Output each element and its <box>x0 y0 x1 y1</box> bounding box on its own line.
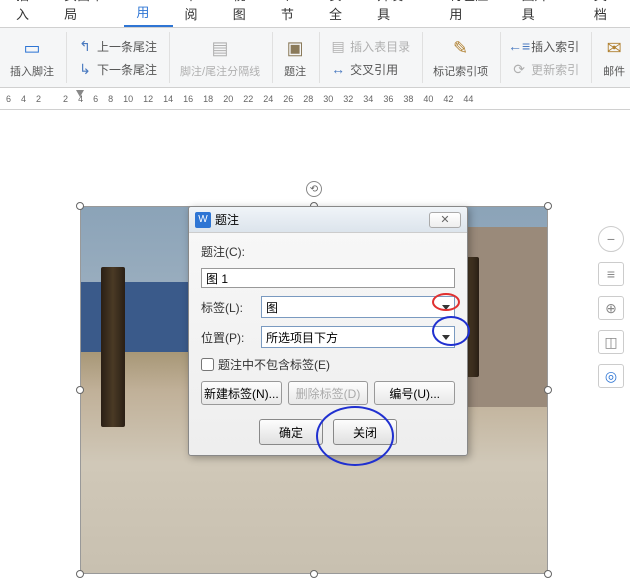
caption-field-label: 题注(C): <box>201 243 255 260</box>
caption-icon: ▣ <box>283 37 307 61</box>
fig-table-icon: ▤ <box>330 38 346 54</box>
next-icon: ↳ <box>77 61 93 77</box>
caption-input[interactable] <box>201 268 455 288</box>
tab-dev-tools[interactable]: 开发工具 <box>365 0 437 27</box>
insert-footnote-button[interactable]: ▭ 插入脚注 <box>6 35 58 81</box>
resize-handle-bm[interactable] <box>310 570 318 578</box>
new-label-button[interactable]: 新建标签(N)... <box>201 381 282 405</box>
caption-dialog: W 题注 ✕ 题注(C): 标签(L): 图 <box>188 206 468 456</box>
tab-special[interactable]: 特色应用 <box>437 0 509 27</box>
footnote-icon: ▭ <box>20 37 44 61</box>
tab-security[interactable]: 安全 <box>317 0 365 27</box>
tab-section[interactable]: 章节 <box>269 0 317 27</box>
insert-idx-icon: ←≡ <box>511 38 527 54</box>
cancel-button[interactable]: 关闭 <box>333 419 397 445</box>
prev-endnote-label: 上一条尾注 <box>97 38 157 55</box>
caption-label: 题注 <box>284 63 306 79</box>
resize-handle-bl[interactable] <box>76 570 84 578</box>
insert-fig-table-button: ▤ 插入表目录 <box>326 36 414 57</box>
cross-ref-icon: ↔ <box>330 61 346 77</box>
position-select[interactable]: 所选项目下方 <box>261 326 455 348</box>
tab-references[interactable]: 引用 <box>124 0 172 27</box>
resize-handle-tr[interactable] <box>544 202 552 210</box>
resize-handle-ml[interactable] <box>76 386 84 394</box>
next-endnote-label: 下一条尾注 <box>97 61 157 78</box>
rotate-icon[interactable]: ◎ <box>598 364 624 388</box>
position-field-label: 位置(P): <box>201 329 255 346</box>
label-select[interactable]: 图 <box>261 296 455 318</box>
exclude-label-text: 题注中不包含标签(E) <box>218 356 330 373</box>
mark-idx-button[interactable]: ✎ 标记索引项 <box>429 35 492 81</box>
insert-idx-button[interactable]: ←≡ 插入索引 <box>507 36 583 57</box>
insert-footnote-label: 插入脚注 <box>10 63 54 79</box>
dialog-titlebar[interactable]: W 题注 ✕ <box>189 207 467 233</box>
tab-insert[interactable]: 插入 <box>4 0 52 27</box>
numbering-button[interactable]: 编号(U)... <box>374 381 455 405</box>
mail-label: 邮件 <box>603 63 625 79</box>
cross-ref-button[interactable]: ↔ 交叉引用 <box>326 59 414 80</box>
cross-ref-label: 交叉引用 <box>350 61 398 78</box>
insert-fig-table-label: 插入表目录 <box>350 38 410 55</box>
update-idx-label: 更新索引 <box>531 61 579 78</box>
update-idx-icon: ⟳ <box>511 61 527 77</box>
document-page[interactable]: ⟲ − ≡ ⊕ ◫ ◎ W 题注 ✕ 题注(C): <box>0 110 630 586</box>
exclude-label-checkbox[interactable] <box>201 358 214 371</box>
prev-endnote-button[interactable]: ↰ 上一条尾注 <box>73 36 161 57</box>
collapse-button[interactable]: − <box>598 226 624 252</box>
tab-picture-tools[interactable]: 图片工具 <box>510 0 582 27</box>
ruler: 6422468101214161820222426283032343638404… <box>0 88 630 110</box>
mark-idx-label: 标记索引项 <box>433 63 488 79</box>
ribbon: ▭ 插入脚注 ↰ 上一条尾注 ↳ 下一条尾注 ▤ 脚注/尾注分隔线 ▣ 题注 ▤… <box>0 28 630 88</box>
document-canvas: ⟲ − ≡ ⊕ ◫ ◎ W 题注 ✕ 题注(C): <box>0 110 630 586</box>
tab-doc[interactable]: 文档 <box>582 0 630 27</box>
resize-handle-tl[interactable] <box>76 202 84 210</box>
side-toolbar: − ≡ ⊕ ◫ ◎ <box>598 226 624 388</box>
chevron-down-icon <box>442 335 450 340</box>
tab-view[interactable]: 视图 <box>221 0 269 27</box>
mail-icon: ✉ <box>602 37 626 61</box>
dialog-title: 题注 <box>215 211 239 228</box>
zoom-icon[interactable]: ⊕ <box>598 296 624 320</box>
prev-icon: ↰ <box>77 38 93 54</box>
align-icon[interactable]: ≡ <box>598 262 624 286</box>
crop-icon[interactable]: ◫ <box>598 330 624 354</box>
delete-label-button: 删除标签(D) <box>288 381 369 405</box>
chevron-down-icon <box>442 305 450 310</box>
insert-idx-label: 插入索引 <box>531 38 579 55</box>
update-idx-button: ⟳ 更新索引 <box>507 59 583 80</box>
mark-idx-icon: ✎ <box>449 37 473 61</box>
ribbon-tabs: 插入 页面布局 引用 审阅 视图 章节 安全 开发工具 特色应用 图片工具 文档 <box>0 0 630 28</box>
sep-icon: ▤ <box>208 37 232 61</box>
resize-handle-br[interactable] <box>544 570 552 578</box>
position-select-value: 所选项目下方 <box>266 329 338 346</box>
tab-review[interactable]: 审阅 <box>173 0 221 27</box>
ruler-indent-marker[interactable] <box>76 90 84 97</box>
label-select-value: 图 <box>266 299 278 316</box>
resize-handle-mr[interactable] <box>544 386 552 394</box>
tab-page-layout[interactable]: 页面布局 <box>52 0 124 27</box>
label-field-label: 标签(L): <box>201 299 255 316</box>
next-endnote-button[interactable]: ↳ 下一条尾注 <box>73 59 161 80</box>
ok-button[interactable]: 确定 <box>259 419 323 445</box>
dialog-close-icon[interactable]: ✕ <box>429 212 461 228</box>
rotate-handle[interactable]: ⟲ <box>306 181 322 197</box>
footnote-sep-label: 脚注/尾注分隔线 <box>180 63 260 79</box>
mail-button[interactable]: ✉ 邮件 <box>598 35 630 81</box>
app-logo-icon: W <box>195 212 211 228</box>
footnote-sep-button: ▤ 脚注/尾注分隔线 <box>176 35 264 81</box>
caption-button[interactable]: ▣ 题注 <box>279 35 311 81</box>
